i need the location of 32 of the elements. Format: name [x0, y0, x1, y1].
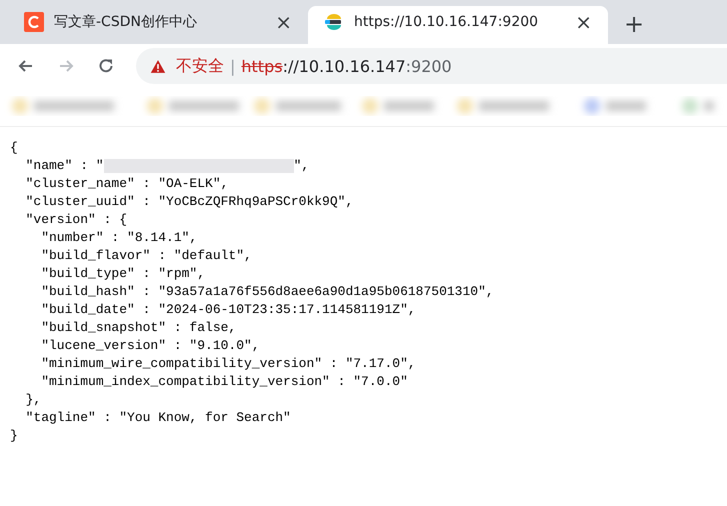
json-line: }: [10, 427, 18, 445]
json-line: "build_type" : "rpm",: [40, 265, 206, 283]
json-line: "cluster_uuid" : "YoCBcZQFRhq9aPSCr0kk9Q",: [24, 193, 354, 211]
json-line: "build_flavor" : "default",: [40, 247, 252, 265]
json-line: "number" : "8.14.1",: [40, 229, 198, 247]
json-line: "minimum_wire_compatibility_version" : "7.17.0",: [40, 355, 416, 373]
url-text: https://10.10.16.147:9200: [241, 56, 452, 76]
json-line: "name" : ": [24, 157, 104, 175]
json-line: "version" : {: [24, 211, 128, 229]
tab-title: 写文章-CSDN创作中心: [54, 13, 198, 31]
json-line: "build_hash" : "93a57a1a76f556d8aee6a90d1a95b06187501310",: [40, 283, 494, 301]
address-bar[interactable]: 不安全 | https://10.10.16.147:9200: [136, 48, 727, 84]
separator-text: |: [230, 56, 236, 76]
new-tab-button[interactable]: +: [620, 10, 648, 38]
json-line: "cluster_name" : "OA-ELK",: [24, 175, 228, 193]
json-line: "minimum_index_compatibility_version" : "7.0.0": [40, 373, 408, 391]
security-label: 不安全: [176, 56, 224, 76]
json-line: "lucene_version" : "9.10.0",: [40, 337, 260, 355]
close-tab-button[interactable]: ×: [573, 10, 594, 34]
json-line: "build_snapshot" : false,: [40, 319, 236, 337]
close-tab-button[interactable]: ×: [273, 10, 294, 34]
csdn-logo-icon: [24, 12, 44, 32]
browser-tab[interactable]: https://10.10.16.147:9200 ×: [308, 6, 608, 44]
json-line: "tagline" : "You Know, for Search": [24, 409, 291, 427]
tab-title: https://10.10.16.147:9200: [354, 14, 540, 30]
json-line: ",: [294, 157, 310, 175]
json-line: {: [10, 139, 18, 157]
json-line: "build_date" : "2024-06-10T23:35:17.114581191Z",: [40, 301, 416, 319]
warning-icon: [150, 58, 166, 74]
browser-tab[interactable]: 写文章-CSDN创作中心 ×: [8, 6, 308, 44]
elastic-logo-icon: [324, 12, 344, 32]
json-line: },: [24, 391, 42, 409]
